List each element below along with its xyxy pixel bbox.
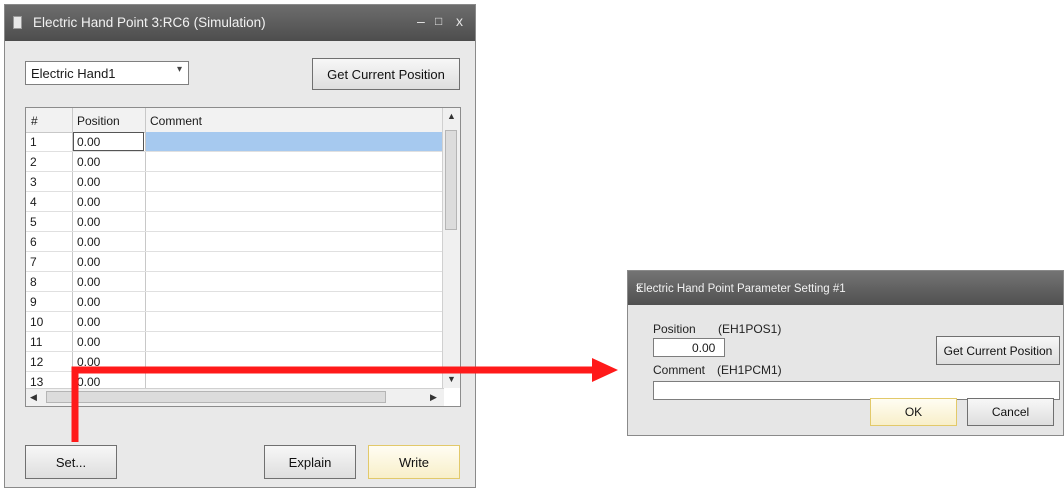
arrow-line xyxy=(71,366,596,442)
arrow-connector xyxy=(71,358,618,442)
arrow-head xyxy=(592,358,618,382)
